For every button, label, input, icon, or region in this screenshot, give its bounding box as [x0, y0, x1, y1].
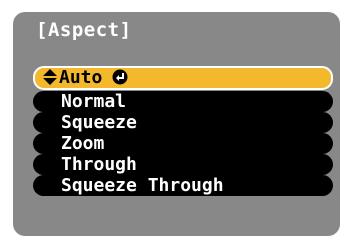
menu-title: [Aspect]: [36, 19, 132, 41]
option-zoom[interactable]: Zoom: [33, 133, 333, 154]
option-normal[interactable]: Normal: [33, 91, 333, 112]
option-through[interactable]: Through: [33, 154, 333, 175]
option-squeeze[interactable]: Squeeze: [33, 112, 333, 133]
option-label: Normal: [61, 91, 127, 112]
option-label: Squeeze Through: [61, 175, 224, 196]
option-auto[interactable]: Auto: [33, 66, 333, 90]
option-label: Zoom: [61, 133, 105, 154]
up-down-arrow-icon: [43, 69, 57, 85]
enter-icon: [112, 69, 128, 85]
projector-screen: [Aspect] Auto Normal Squeeze Zoom Throug…: [0, 0, 354, 248]
aspect-options-list: Auto Normal Squeeze Zoom Through Squeeze…: [33, 66, 333, 196]
option-label: Squeeze: [61, 112, 137, 133]
aspect-menu-panel: [Aspect] Auto Normal Squeeze Zoom Throug…: [13, 12, 340, 236]
option-label: Auto: [59, 67, 103, 88]
option-squeeze-through[interactable]: Squeeze Through: [33, 175, 333, 196]
option-label: Through: [61, 154, 137, 175]
